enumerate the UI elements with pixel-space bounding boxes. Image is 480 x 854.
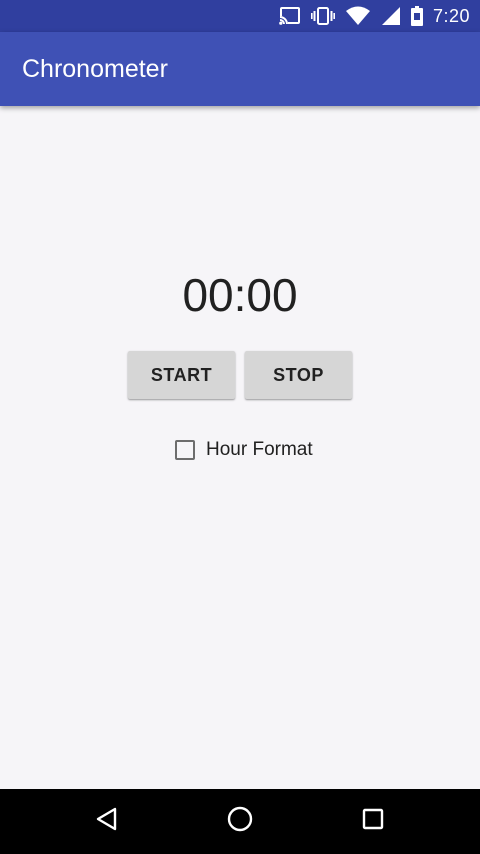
recents-button[interactable] [333,789,413,854]
chronometer-display: 00:00 [182,269,298,321]
home-icon [226,805,254,838]
hour-format-label: Hour Format [206,439,313,460]
hour-format-checkbox-row[interactable]: Hour Format [175,437,313,463]
status-icons: 7:20 [269,0,470,32]
cast-icon [278,7,301,25]
stop-button[interactable]: STOP [245,351,352,399]
hour-format-checkbox[interactable] [175,440,195,460]
app-bar: Chronometer [0,32,480,106]
home-button[interactable] [200,789,280,854]
signal-icon [381,6,401,26]
vibrate-icon [310,7,335,25]
status-time: 7:20 [432,5,470,26]
stop-button-label: STOP [273,364,324,385]
wifi-icon [345,6,371,26]
battery-icon [410,6,423,26]
app-title: Chronometer [22,55,168,83]
start-button-label: START [150,364,213,385]
back-icon [94,806,120,837]
recents-icon [361,807,385,836]
status-bar: 7:20 [0,0,480,32]
main-content: 00:00 START STOP Hour Format [0,106,480,789]
back-button[interactable] [67,789,147,854]
start-button[interactable]: START [128,351,235,399]
navigation-bar [0,789,480,854]
